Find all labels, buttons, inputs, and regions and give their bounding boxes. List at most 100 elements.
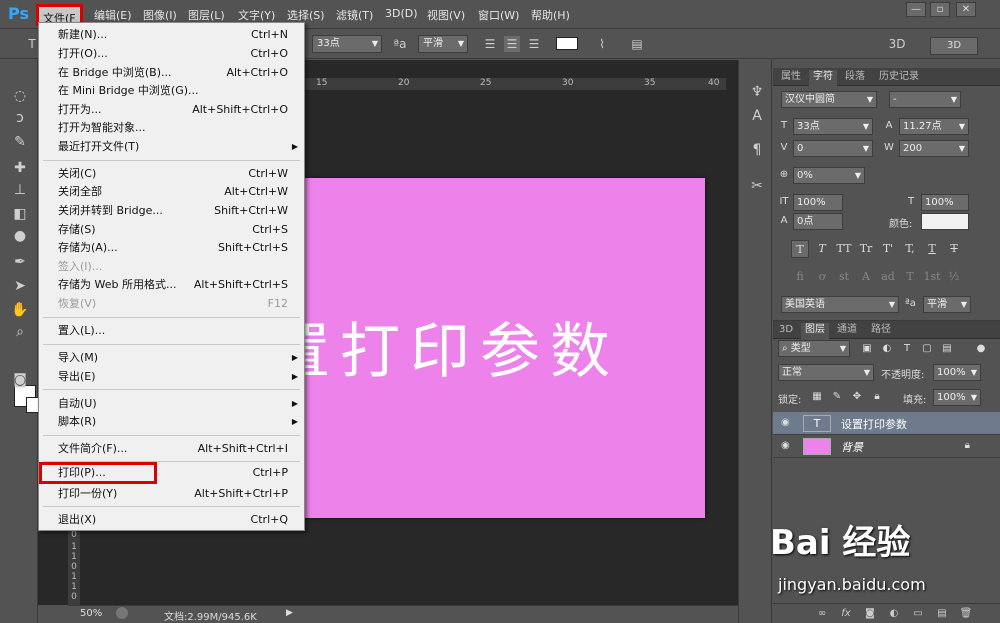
antialias-select[interactable]: 平滑 ▼ [418,35,468,53]
menu-browse-mini-bridge[interactable]: 在 Mini Bridge 中浏览(G)... [39,82,304,100]
ligatures-button[interactable]: fi [791,268,809,286]
paragraph-icon[interactable]: ¶ [747,140,767,160]
new-layer-icon[interactable]: ▤ [935,607,949,621]
layer-name[interactable]: 背景 [841,439,863,455]
menu-close-go-bridge[interactable]: 关闭并转到 Bridge... Shift+Ctrl+W [39,202,304,220]
filter-smart-object-icon[interactable]: ▤ [939,341,955,357]
eye-icon[interactable]: ◉ [781,417,795,429]
add-mask-icon[interactable]: ◙ [863,607,877,621]
ordinals-button[interactable]: 1st [923,268,941,286]
delete-layer-icon[interactable]: 🗑︎ [959,607,973,621]
menu-type[interactable]: 文字(Y) [238,7,275,23]
menu-window[interactable]: 窗口(W) [478,7,519,23]
lock-image-icon[interactable]: ✎ [829,389,845,405]
layer-name[interactable]: 设置打印参数 [841,416,907,432]
antialias-select[interactable]: 平滑 ▼ [923,296,971,313]
menu-close-all[interactable]: 关闭全部 Alt+Ctrl+W [39,183,304,201]
tab-properties[interactable]: 属性 [781,70,801,86]
lock-position-icon[interactable]: ✥ [849,389,865,405]
tab-paragraph[interactable]: 段落 [845,70,865,86]
swash-button[interactable]: A [857,268,875,286]
menu-open-smart-object[interactable]: 打开为智能对象... [39,119,304,137]
baseline-shift-field[interactable]: 0点 [793,213,843,230]
language-select[interactable]: 美国英语 ▼ [781,296,899,313]
blend-mode-select[interactable]: 正常 ▼ [778,364,874,381]
faux-italic-button[interactable]: T [813,240,831,258]
menu-layer[interactable]: 图层(L) [188,7,225,23]
underline-button[interactable]: T [923,240,941,258]
adjustment-layer-icon[interactable]: ◐ [887,607,901,621]
layer-row[interactable]: ◉ T 设置打印参数 [773,412,1000,435]
eye-icon[interactable]: ◉ [781,440,795,452]
healing-brush-icon[interactable]: ✚ [9,158,31,178]
close-button[interactable]: ✕ [956,2,976,17]
font-style-select[interactable]: - ▼ [889,91,961,108]
new-group-icon[interactable]: ▭ [911,607,925,621]
pen-tool-icon[interactable]: ✒ [9,252,31,272]
lock-transparent-icon[interactable]: ▦ [809,389,825,405]
tab-paths[interactable]: 路径 [871,323,891,339]
layer-row[interactable]: ◉ 背景 🔒︎ [773,435,1000,458]
menu-view[interactable]: 视图(V) [427,7,465,23]
menu-help[interactable]: 帮助(H) [531,7,570,23]
3d-workspace-button[interactable]: 3D [930,37,978,55]
menu-scripts[interactable]: 脚本(R) ▶ [39,413,304,431]
menu-select[interactable]: 选择(S) [287,7,325,23]
discretionary-ligatures-button[interactable]: st [835,268,853,286]
brush-preset-icon[interactable]: ♆ [747,82,767,102]
menu-file-info[interactable]: 文件简介(F)... Alt+Shift+Ctrl+I [39,440,304,458]
tab-layers[interactable]: 图层 [801,323,829,339]
link-layers-icon[interactable]: ∞ [815,607,829,621]
filter-shape-icon[interactable]: ▢ [919,341,935,357]
align-right-icon[interactable]: ☰ [526,36,542,52]
menu-recent-files[interactable]: 最近打开文件(T) ▶ [39,138,304,156]
tsume-field[interactable]: 0% ▼ [793,167,865,184]
small-caps-button[interactable]: Tr [857,240,875,258]
tracking-field[interactable]: 200 ▼ [899,140,969,157]
font-size-field[interactable]: 33点 ▼ [793,118,873,135]
filter-toggle-icon[interactable]: ● [973,341,989,357]
text-color-swatch[interactable] [556,37,578,50]
tab-history[interactable]: 历史记录 [879,70,919,86]
font-family-select[interactable]: 汉仪中圆简 ▼ [781,91,877,108]
kerning-field[interactable]: 0 ▼ [793,140,873,157]
hand-tool-icon[interactable]: ✋ [9,300,31,320]
tab-3d[interactable]: 3D [779,323,793,339]
menu-new[interactable]: 新建(N)... Ctrl+N [39,26,304,44]
faux-bold-button[interactable]: T [791,240,809,258]
fill-field[interactable]: 100% ▼ [933,389,981,406]
canvas-text-layer[interactable]: 置打印参数 [270,303,620,390]
eraser-icon[interactable]: ◧ [9,204,31,224]
status-menu-arrow-icon[interactable]: ▶ [286,608,293,618]
menu-image[interactable]: 图像(I) [143,7,177,23]
menu-browse-bridge[interactable]: 在 Bridge 中浏览(B)... Alt+Ctrl+O [39,64,304,82]
tool-presets-icon[interactable]: ✂ [747,176,767,196]
clone-stamp-icon[interactable]: ⊥ [9,180,31,200]
superscript-button[interactable]: T' [879,240,897,258]
menu-edit[interactable]: 编辑(E) [94,7,132,23]
menu-import[interactable]: 导入(M) ▶ [39,349,304,367]
filter-adjustment-icon[interactable]: ◐ [879,341,895,357]
fractions-button[interactable]: ½ [945,268,963,286]
blur-tool-icon[interactable]: ● [9,226,31,246]
tab-channels[interactable]: 通道 [837,323,857,339]
menu-save[interactable]: 存储(S) Ctrl+S [39,221,304,239]
align-left-icon[interactable]: ☰ [482,36,498,52]
lock-all-icon[interactable]: 🔒︎ [869,389,885,405]
strikethrough-button[interactable]: T [945,240,963,258]
text-color-field[interactable] [921,213,969,230]
opacity-field[interactable]: 100% ▼ [933,364,981,381]
warp-text-icon[interactable]: ⌇ [594,36,610,52]
menu-filter[interactable]: 滤镜(T) [336,7,373,23]
menu-automate[interactable]: 自动(U) ▶ [39,395,304,413]
menu-open[interactable]: 打开(O)... Ctrl+O [39,45,304,63]
font-size-field[interactable]: 33点 ▼ [312,35,382,53]
menu-save-as[interactable]: 存储为(A)... Shift+Ctrl+S [39,239,304,257]
menu-print-one-copy[interactable]: 打印一份(Y) Alt+Shift+Ctrl+P [39,485,304,503]
zoom-tool-icon[interactable]: ⌕ [9,322,31,342]
menu-open-as[interactable]: 打开为... Alt+Shift+Ctrl+O [39,101,304,119]
all-caps-button[interactable]: TT [835,240,853,258]
menu-save-for-web[interactable]: 存储为 Web 所用格式... Alt+Shift+Ctrl+S [39,276,304,294]
align-center-icon[interactable]: ☰ [504,36,520,52]
vertical-scale-field[interactable]: 100% [793,194,843,211]
